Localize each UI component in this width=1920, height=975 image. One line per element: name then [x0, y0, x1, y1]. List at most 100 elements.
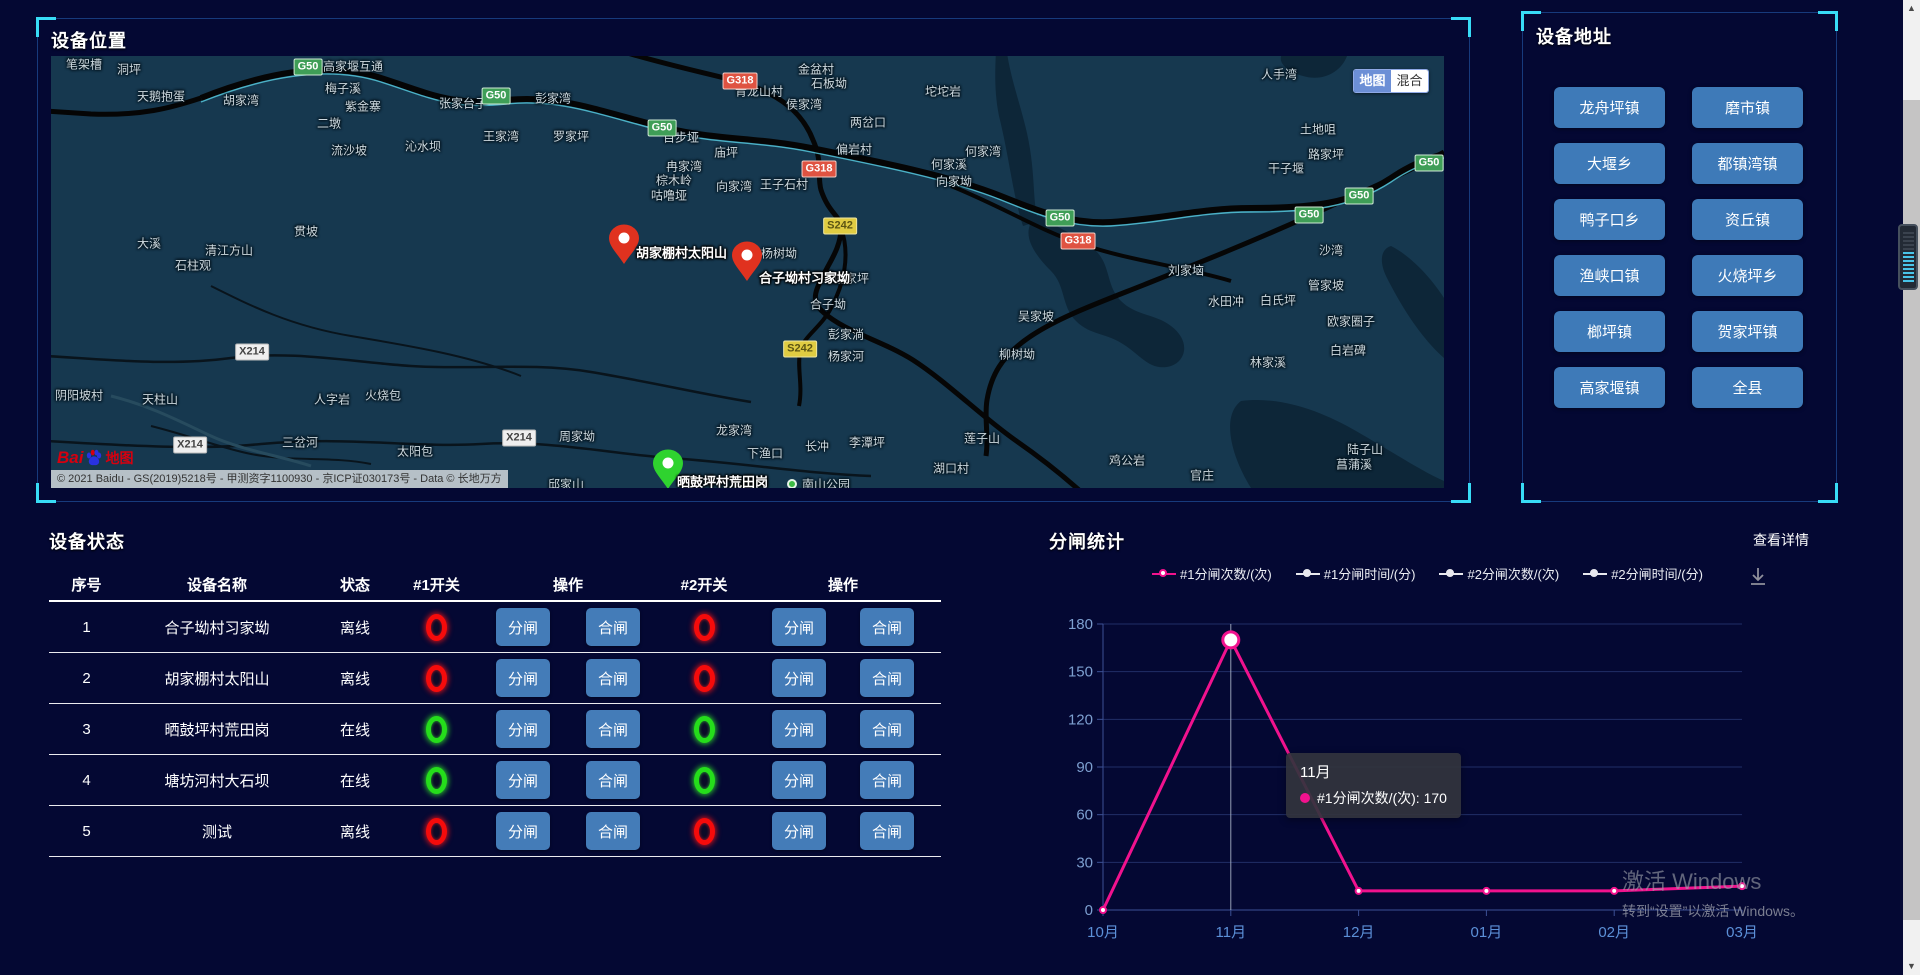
- switch2-indicator: [694, 767, 715, 794]
- open-switch1-button[interactable]: 分闸: [496, 812, 550, 850]
- corner-bracket: [1521, 11, 1541, 31]
- close-switch2-button[interactable]: 合闸: [860, 659, 914, 697]
- watermark-line2: 转到“设置”以激活 Windows。: [1622, 901, 1804, 921]
- close-switch1-button[interactable]: 合闸: [586, 761, 640, 799]
- vertical-scrollbar[interactable]: ▲ ▼: [1903, 0, 1920, 975]
- legend-item-2[interactable]: #2分闸次数/(次): [1439, 564, 1559, 583]
- address-button-0[interactable]: 龙舟坪镇: [1554, 87, 1665, 128]
- address-button-2[interactable]: 大堰乡: [1554, 143, 1665, 184]
- map-place-label: 合子坳: [810, 296, 846, 313]
- close-switch1-button[interactable]: 合闸: [586, 710, 640, 748]
- road-shield-icon: G50: [1345, 188, 1374, 205]
- map-place-label: 水田冲: [1208, 293, 1244, 310]
- device-location-panel: 设备位置: [37, 18, 1470, 502]
- address-button-8[interactable]: 榔坪镇: [1554, 311, 1665, 352]
- legend-item-1[interactable]: #1分闸时间/(分): [1296, 564, 1416, 583]
- map-place-label: 坨坨岩: [925, 83, 961, 100]
- close-switch1-button[interactable]: 合闸: [586, 608, 640, 646]
- map-type-hybrid-button[interactable]: 混合: [1391, 70, 1428, 92]
- close-switch2-button[interactable]: 合闸: [860, 812, 914, 850]
- open-switch2-button[interactable]: 分闸: [772, 710, 826, 748]
- column-header-2: 状态: [310, 574, 400, 595]
- map-place-label: 彭家湾: [535, 90, 571, 107]
- device-status: 在线: [310, 719, 400, 740]
- scrollbar-down-arrow[interactable]: ▼: [1903, 958, 1920, 975]
- road-shield-icon: S242: [783, 341, 817, 358]
- open-switch1-button[interactable]: 分闸: [496, 761, 550, 799]
- column-header-1: 设备名称: [124, 574, 310, 595]
- switch1-operations: 分闸 合闸: [473, 812, 663, 850]
- map-place-label: 梅子溪: [325, 80, 361, 97]
- close-switch1-button[interactable]: 合闸: [586, 659, 640, 697]
- baidu-logo-suffix: 地图: [105, 448, 133, 468]
- baidu-map[interactable]: 笔架槽洞坪天鹅抱蛋胡家湾高家堰互通梅子溪紫金寨二墩流沙坡沁水坝张家台子王家湾彭家…: [51, 56, 1444, 488]
- switch2-indicator: [694, 665, 715, 692]
- address-button-4[interactable]: 鸭子口乡: [1554, 199, 1665, 240]
- device-name: 塘坊河村大石坝: [124, 770, 310, 791]
- map-place-label: 人字岩: [314, 391, 350, 408]
- legend-marker-icon: [1152, 569, 1176, 579]
- column-header-4: 操作: [473, 574, 663, 595]
- map-place-label: 南山公园: [802, 476, 850, 489]
- map-place-label: 天柱山: [142, 391, 178, 408]
- road-shield-icon: G50: [294, 59, 323, 76]
- map-place-label: 何家湾: [965, 143, 1001, 160]
- map-place-label: 官庄: [1190, 467, 1214, 484]
- chart-panel-title: 分闸统计: [1049, 528, 1125, 554]
- switch2-operations: 分闸 合闸: [745, 710, 941, 748]
- dashboard: 设备位置: [0, 0, 1920, 975]
- address-button-3[interactable]: 都镇湾镇: [1692, 143, 1803, 184]
- address-button-1[interactable]: 磨市镇: [1692, 87, 1803, 128]
- row-index: 5: [49, 823, 124, 840]
- open-switch1-button[interactable]: 分闸: [496, 608, 550, 646]
- scrollbar-up-arrow[interactable]: ▲: [1903, 0, 1920, 17]
- close-switch2-button[interactable]: 合闸: [860, 761, 914, 799]
- close-switch2-button[interactable]: 合闸: [860, 710, 914, 748]
- open-switch2-button[interactable]: 分闸: [772, 812, 826, 850]
- view-details-link[interactable]: 查看详情: [1753, 530, 1809, 550]
- baidu-logo[interactable]: Bai 地图: [57, 448, 133, 468]
- map-place-label: 杨树坳: [761, 245, 797, 262]
- address-button-10[interactable]: 高家堰镇: [1554, 367, 1665, 408]
- map-pin-icon[interactable]: [732, 241, 762, 287]
- address-button-11[interactable]: 全县: [1692, 367, 1803, 408]
- open-switch2-button[interactable]: 分闸: [772, 608, 826, 646]
- brightness-osd: [1898, 224, 1918, 290]
- device-status: 离线: [310, 821, 400, 842]
- scrollbar-thumb[interactable]: [1903, 100, 1920, 920]
- switch1-indicator: [426, 767, 447, 794]
- watermark-line1: 激活 Windows: [1622, 864, 1804, 896]
- download-icon[interactable]: [1748, 566, 1768, 588]
- map-pin-icon[interactable]: [609, 224, 639, 270]
- map-place-label: 湖口村: [933, 460, 969, 477]
- map-place-label: 清江方山: [205, 242, 253, 259]
- map-place-label: 庙坪: [714, 144, 738, 161]
- close-switch2-button[interactable]: 合闸: [860, 608, 914, 646]
- map-pin-label: 胡家棚村太阳山: [636, 243, 727, 262]
- legend-item-3[interactable]: #2分闸时间/(分): [1583, 564, 1703, 583]
- switch1-indicator: [426, 818, 447, 845]
- address-panel-title: 设备地址: [1536, 23, 1612, 49]
- address-button-5[interactable]: 资丘镇: [1692, 199, 1803, 240]
- column-header-5: #2开关: [663, 574, 745, 595]
- map-place-label: 刘家垴: [1168, 262, 1204, 279]
- address-button-7[interactable]: 火烧坪乡: [1692, 255, 1803, 296]
- address-button-grid: 龙舟坪镇磨市镇大堰乡都镇湾镇鸭子口乡资丘镇渔峡口镇火烧坪乡榔坪镇贺家坪镇高家堰镇…: [1554, 87, 1803, 408]
- switch2-operations: 分闸 合闸: [745, 812, 941, 850]
- map-place-label: 周家坳: [559, 428, 595, 445]
- address-button-6[interactable]: 渔峡口镇: [1554, 255, 1665, 296]
- address-button-9[interactable]: 贺家坪镇: [1692, 311, 1803, 352]
- close-switch1-button[interactable]: 合闸: [586, 812, 640, 850]
- map-type-map-button[interactable]: 地图: [1354, 70, 1391, 92]
- legend-item-0[interactable]: #1分闸次数/(次): [1152, 564, 1272, 583]
- svg-text:0: 0: [1085, 902, 1093, 919]
- open-switch2-button[interactable]: 分闸: [772, 761, 826, 799]
- road-shield-icon: X214: [173, 437, 207, 454]
- tooltip-value: #1分闸次数/(次): 170: [1300, 788, 1447, 808]
- open-switch2-button[interactable]: 分闸: [772, 659, 826, 697]
- svg-text:180: 180: [1068, 616, 1093, 633]
- map-type-control: 地图 混合: [1353, 69, 1429, 93]
- open-switch1-button[interactable]: 分闸: [496, 710, 550, 748]
- open-switch1-button[interactable]: 分闸: [496, 659, 550, 697]
- map-place-label: 向家坳: [936, 173, 972, 190]
